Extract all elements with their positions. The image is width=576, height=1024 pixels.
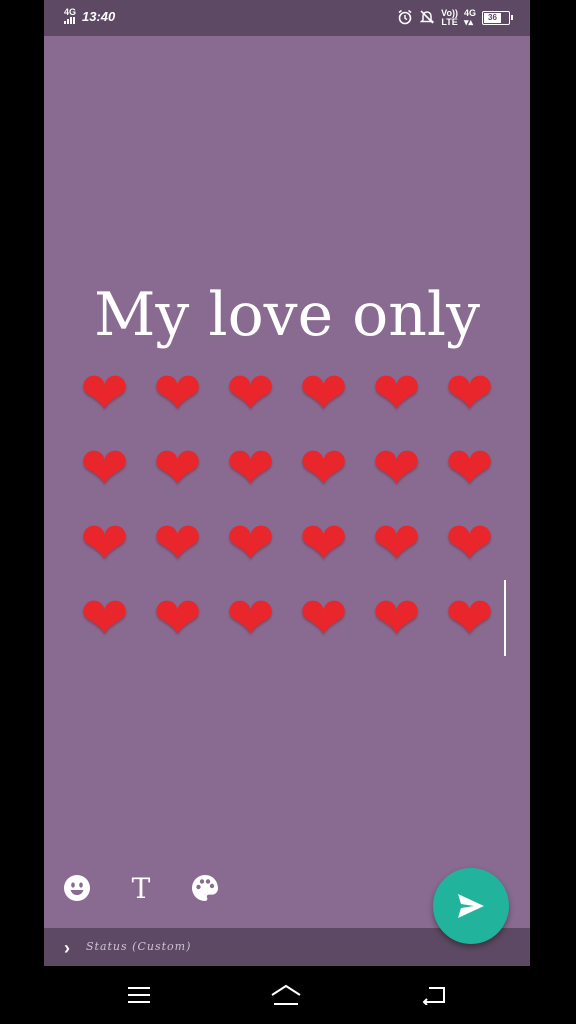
menu-icon[interactable] [119,980,159,1010]
battery-icon: 36 [482,11,513,25]
palette-icon[interactable] [190,868,220,908]
status-bar-right: Vo)) LTE 4G ▾▴ 36 [397,8,513,27]
status-title-text[interactable]: My love only [44,280,530,350]
status-editor-screen: 4G 13:40 Vo)) LTE 4G ▾▴ 36 My love only … [44,0,530,966]
battery-level: 36 [484,13,501,23]
status-bar: 4G 13:40 Vo)) LTE 4G ▾▴ 36 [44,0,530,36]
heart-row: ❤ ❤ ❤ ❤ ❤ ❤ [80,361,494,426]
signal-icon: 4G ▾▴ [463,8,476,27]
editor-toolbar: T [62,868,220,908]
send-icon [458,894,484,918]
send-button[interactable] [433,868,509,944]
heart-row: ❤ ❤ ❤ ❤ ❤ ❤ [80,436,494,501]
mute-icon [419,9,435,27]
heart-row: ❤ ❤ ❤ ❤ ❤ ❤ [80,511,494,576]
volte-icon: Vo)) LTE [441,8,458,27]
audience-label: Status (Custom) [86,940,192,953]
home-icon[interactable] [266,980,306,1010]
network-signal-icon: 4G [64,8,76,24]
heart-row: ❤ ❤ ❤ ❤ ❤ ❤ [80,586,494,651]
text-cursor [504,580,506,656]
back-icon[interactable] [414,980,454,1010]
status-bar-left: 4G 13:40 [64,8,115,24]
hearts-text[interactable]: ❤ ❤ ❤ ❤ ❤ ❤ ❤ ❤ ❤ ❤ ❤ ❤ ❤ ❤ ❤ ❤ ❤ ❤ ❤ ❤ ❤ ❤ ❤ ❤ [68,356,508,656]
network-type: 4G [64,7,77,17]
emoji-icon[interactable] [62,868,92,908]
clock: 13:40 [82,8,116,24]
chevron-right-icon: › [64,938,70,958]
text-icon[interactable]: T [126,868,156,908]
navigation-bar [0,966,576,1024]
alarm-icon [397,9,413,27]
